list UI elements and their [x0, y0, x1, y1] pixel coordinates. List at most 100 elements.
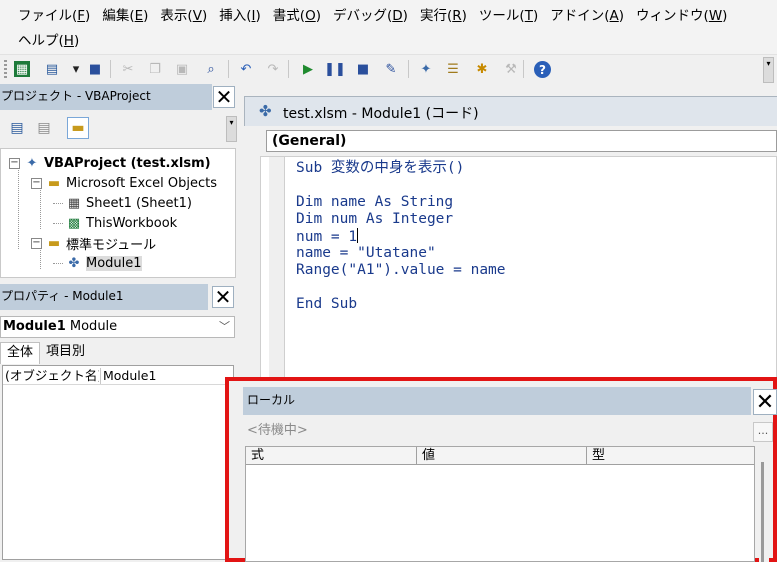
- menu-item[interactable]: デバッグ(D): [327, 4, 414, 24]
- locals-grid: 式 値 型: [245, 446, 755, 562]
- properties-object-select[interactable]: Module1 Module ﹀: [0, 316, 235, 338]
- toolbox-icon[interactable]: ⚒: [501, 59, 521, 79]
- view-object-icon[interactable]: ▤: [33, 117, 55, 139]
- menu-item[interactable]: ツール(T): [473, 4, 544, 24]
- object-browser-icon[interactable]: ✱: [472, 59, 492, 79]
- menu-item[interactable]: 編集(E): [96, 4, 154, 24]
- menu-item[interactable]: 書式(O): [267, 4, 327, 24]
- properties-tabs: 全体 項目別: [0, 342, 91, 364]
- toolbar-overflow-button[interactable]: ▾: [763, 57, 774, 83]
- menu-item[interactable]: アドイン(A): [544, 4, 630, 24]
- menu-item[interactable]: ヘルプ(H): [12, 29, 85, 49]
- menu-item-suffix: ): [532, 8, 539, 24]
- project-explorer-close-icon[interactable]: ✕: [213, 86, 235, 108]
- tree-connector: [53, 202, 63, 204]
- properties-title: プロパティ - Module1: [0, 284, 208, 310]
- tab-categorized[interactable]: 項目別: [40, 342, 91, 364]
- menu-item[interactable]: ファイル(F): [12, 4, 96, 24]
- toolbar-separator: [408, 60, 409, 78]
- menu-item-accelerator: A: [609, 8, 619, 24]
- menu-item[interactable]: 実行(R): [414, 4, 473, 24]
- object-select[interactable]: (General): [266, 130, 777, 152]
- tree-node-label: 標準モジュール: [66, 237, 157, 253]
- tree-connector: [53, 222, 63, 224]
- locals-header: 式 値 型: [246, 447, 754, 465]
- scrollbar-thumb[interactable]: [761, 462, 764, 562]
- column-header-expression[interactable]: 式: [246, 447, 417, 465]
- find-icon[interactable]: ⌕: [201, 59, 221, 79]
- dropdown-arrow-icon[interactable]: ▾: [66, 59, 86, 79]
- toggle-folders-icon[interactable]: ▬: [67, 117, 89, 139]
- tree-node[interactable]: − ▬ Microsoft Excel Objects: [31, 173, 217, 193]
- run-icon[interactable]: ▶: [298, 59, 318, 79]
- cut-icon[interactable]: ✂: [118, 59, 138, 79]
- help-icon[interactable]: ?: [534, 61, 551, 78]
- tree-connector: [18, 163, 19, 249]
- tree-node-label: VBAProject (test.xlsm): [44, 155, 211, 171]
- paste-icon[interactable]: ▣: [172, 59, 192, 79]
- menu-item-suffix: ): [201, 8, 208, 24]
- locals-scrollbar[interactable]: [759, 462, 769, 562]
- call-stack-button[interactable]: ...: [753, 422, 773, 442]
- toolbar-separator: [228, 60, 229, 78]
- project-toolbar-overflow-button[interactable]: ▾: [226, 116, 237, 142]
- collapse-icon[interactable]: −: [9, 157, 20, 169]
- tree-node[interactable]: ▩ ThisWorkbook: [53, 213, 177, 233]
- insert-module-icon[interactable]: ▤: [42, 59, 62, 79]
- code-line[interactable]: num = 1: [296, 228, 359, 245]
- folder-icon: ▬: [47, 235, 61, 251]
- properties-window-icon[interactable]: ☰: [443, 59, 463, 79]
- properties-object-type: Module: [69, 319, 118, 334]
- code-window-titlebar[interactable]: ✤ test.xlsm - Module1 (コード): [244, 96, 777, 126]
- project-explorer-icon[interactable]: ✦: [416, 59, 436, 79]
- menu-item-label: 挿入(: [219, 8, 252, 24]
- locals-window: ローカル ✕ <待機中> ... 式 値 型: [225, 377, 777, 562]
- tab-alphabetic[interactable]: 全体: [0, 342, 41, 364]
- collapse-icon[interactable]: −: [31, 177, 42, 189]
- tree-node[interactable]: − ▬ 標準モジュール: [31, 233, 156, 253]
- menu-item-accelerator: R: [452, 8, 462, 24]
- locals-title: ローカル: [243, 387, 751, 415]
- code-line[interactable]: Dim name As String: [296, 194, 453, 211]
- project-explorer: プロジェクト - VBAProject ✕ ▤ ▤ ▬ ▾ − ✦ VBAProje…: [0, 84, 238, 280]
- menu-item-accelerator: W: [708, 8, 723, 24]
- menu-item-accelerator: F: [77, 8, 86, 24]
- break-icon[interactable]: ❚❚: [324, 59, 346, 79]
- tree-node-label: Module1: [86, 255, 142, 271]
- tree-node[interactable]: ✤ Module1: [53, 253, 142, 273]
- property-value[interactable]: Module1: [100, 368, 156, 384]
- locals-close-icon[interactable]: ✕: [753, 389, 777, 415]
- code-line[interactable]: Sub 変数の中身を表示(): [296, 160, 464, 177]
- menu-item-label: 編集(: [102, 8, 135, 24]
- locals-context: <待機中>: [247, 423, 308, 438]
- reset-icon[interactable]: ■: [353, 59, 373, 79]
- excel-view-icon[interactable]: ▦: [14, 61, 30, 77]
- menu-item-suffix: ): [722, 8, 728, 24]
- tree-node[interactable]: − ✦ VBAProject (test.xlsm): [9, 153, 211, 173]
- toolbar-grip[interactable]: [4, 60, 7, 78]
- save-icon[interactable]: ■: [85, 59, 105, 79]
- view-code-icon[interactable]: ▤: [6, 117, 28, 139]
- property-row[interactable]: (オブジェクト名) Module1: [3, 368, 233, 385]
- menu-item[interactable]: 表示(V): [154, 4, 213, 24]
- menu-item-accelerator: H: [63, 33, 74, 49]
- menu-item[interactable]: 挿入(I): [213, 4, 267, 24]
- column-header-value[interactable]: 値: [417, 447, 587, 465]
- collapse-icon[interactable]: −: [31, 237, 42, 249]
- properties-close-icon[interactable]: ✕: [212, 286, 234, 308]
- menu-item-label: アドイン(: [550, 8, 610, 24]
- menu-item-suffix: ): [461, 8, 467, 24]
- code-line[interactable]: name = "Utatane": [296, 245, 436, 262]
- code-line[interactable]: End Sub: [296, 296, 357, 313]
- menu-item-label: 表示(: [160, 8, 193, 24]
- tree-node[interactable]: ▦ Sheet1 (Sheet1): [53, 193, 192, 213]
- design-mode-icon[interactable]: ✎: [381, 59, 401, 79]
- copy-icon[interactable]: ❐: [145, 59, 165, 79]
- column-header-type[interactable]: 型: [587, 447, 754, 465]
- menu-item[interactable]: ウィンドウ(W): [630, 4, 733, 24]
- code-line[interactable]: Dim num As Integer: [296, 211, 453, 228]
- project-explorer-toolbar: ▤ ▤ ▬ ▾: [0, 112, 238, 144]
- code-line[interactable]: Range("A1").value = name: [296, 262, 506, 279]
- redo-icon[interactable]: ↷: [263, 59, 283, 79]
- undo-icon[interactable]: ↶: [236, 59, 256, 79]
